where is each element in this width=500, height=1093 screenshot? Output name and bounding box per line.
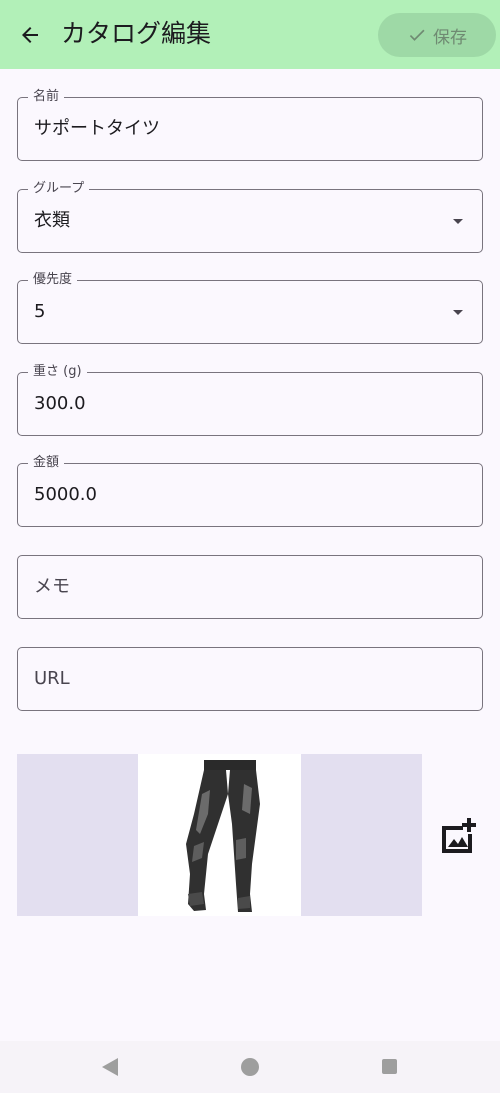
group-dropdown-value: 衣類 bbox=[34, 210, 70, 231]
add-photo-icon bbox=[442, 818, 476, 853]
memo-field[interactable]: メモ bbox=[17, 555, 483, 619]
priority-dropdown-value: 5 bbox=[34, 301, 46, 322]
name-field-label: 名前 bbox=[28, 88, 65, 106]
save-button[interactable]: 保存 bbox=[378, 13, 496, 57]
priority-dropdown[interactable]: 優先度 5 bbox=[17, 271, 483, 344]
add-photo-button[interactable] bbox=[438, 816, 478, 856]
nav-recents-icon[interactable] bbox=[382, 1059, 397, 1074]
nav-home-icon[interactable] bbox=[241, 1058, 259, 1076]
url-field[interactable]: URL bbox=[17, 647, 483, 711]
price-field-label: 金額 bbox=[28, 454, 65, 472]
name-field-value: サポートタイツ bbox=[34, 118, 160, 139]
save-button-label: 保存 bbox=[433, 27, 467, 48]
dropdown-arrow-icon bbox=[453, 219, 463, 224]
memo-field-placeholder: メモ bbox=[34, 576, 70, 597]
arrow-left-icon bbox=[22, 27, 38, 43]
top-app-bar: カタログ編集 保存 bbox=[0, 0, 500, 69]
weight-field-label: 重さ (g) bbox=[28, 363, 87, 381]
item-photo bbox=[138, 754, 301, 916]
tights-image bbox=[186, 760, 260, 912]
back-button[interactable] bbox=[14, 19, 46, 51]
weight-field-value: 300.0 bbox=[34, 393, 86, 414]
url-field-placeholder: URL bbox=[34, 668, 70, 689]
priority-dropdown-label: 優先度 bbox=[28, 271, 78, 289]
name-field[interactable]: 名前 サポートタイツ bbox=[17, 88, 483, 161]
weight-field[interactable]: 重さ (g) 300.0 bbox=[17, 363, 483, 436]
price-field[interactable]: 金額 5000.0 bbox=[17, 454, 483, 527]
page-title: カタログ編集 bbox=[61, 19, 212, 48]
nav-back-icon[interactable] bbox=[101, 1057, 119, 1077]
price-field-value: 5000.0 bbox=[34, 484, 97, 505]
dropdown-arrow-icon bbox=[453, 310, 463, 315]
check-icon bbox=[409, 29, 425, 41]
group-dropdown-label: グループ bbox=[28, 180, 90, 198]
item-image-area[interactable] bbox=[17, 754, 422, 916]
group-dropdown[interactable]: グループ 衣類 bbox=[17, 180, 483, 253]
